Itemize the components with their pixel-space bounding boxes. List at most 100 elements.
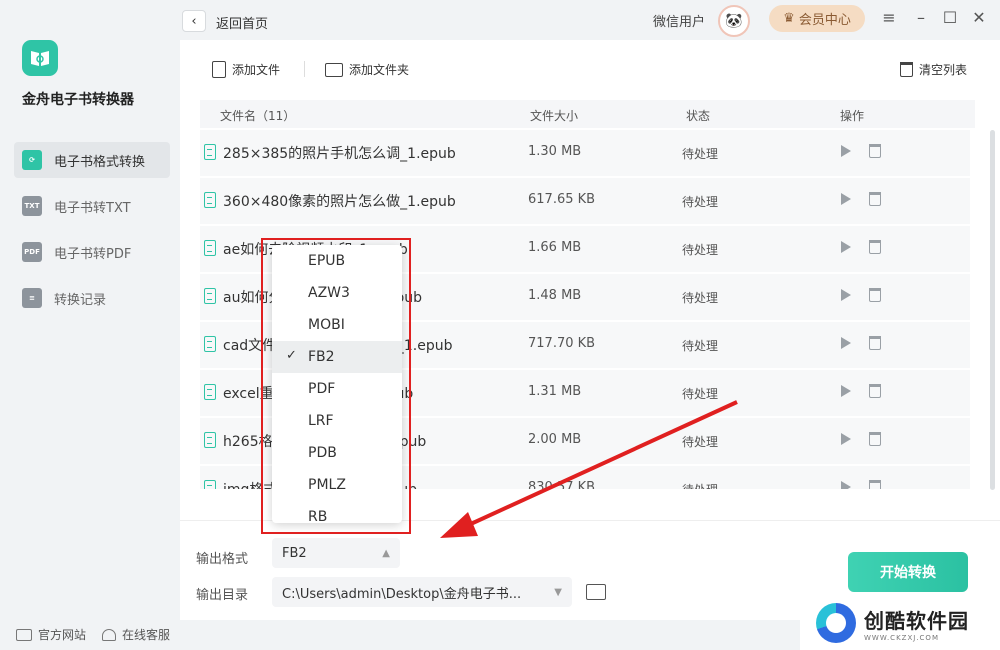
start-convert-button[interactable]: 开始转换 (848, 552, 968, 592)
add-folder-label: 添加文件夹 (349, 63, 410, 77)
file-add-icon (212, 61, 226, 78)
document-icon (204, 240, 216, 256)
folder-add-icon (325, 62, 343, 77)
watermark: 创酷软件园 WWW.CKZXJ.COM (800, 596, 1000, 650)
format-option-azw3[interactable]: AZW3 (272, 277, 402, 309)
play-icon[interactable] (841, 241, 851, 253)
watermark-title: 创酷软件园 (864, 608, 969, 633)
app-name: 金舟电子书转换器 (22, 92, 134, 108)
column-header-status: 状态 (686, 109, 711, 123)
chevron-down-icon: ▼ (554, 586, 562, 598)
output-format-select[interactable]: FB2 ▲ (272, 538, 400, 568)
column-header-name: 文件名（11） (220, 109, 296, 123)
format-option-label: PDB (308, 445, 337, 461)
play-icon[interactable] (841, 145, 851, 157)
delete-icon[interactable] (869, 384, 881, 398)
add-folder-button[interactable]: 添加文件夹 (325, 61, 409, 78)
document-icon (204, 144, 216, 160)
close-icon[interactable]: ✕ (970, 8, 988, 27)
file-size: 830.57 KB (528, 480, 596, 489)
menu-icon[interactable]: ≡ (880, 8, 898, 27)
book-icon (31, 51, 49, 66)
topbar: ‹ 返回首页 微信用户 🐼 ♛ 会员中心 ≡ – ☐ ✕ (180, 0, 1000, 40)
sidebar-item-label: 电子书转TXT (54, 200, 131, 216)
back-label[interactable]: 返回首页 (216, 13, 268, 32)
minimize-icon[interactable]: – (912, 8, 930, 27)
column-header-action: 操作 (840, 109, 865, 123)
document-icon (204, 336, 216, 352)
format-option-pdb[interactable]: PDB (272, 437, 402, 469)
output-dir-label: 输出目录 (196, 588, 249, 603)
play-icon[interactable] (841, 481, 851, 489)
format-option-lrf[interactable]: LRF (272, 405, 402, 437)
sidebar-item-to-txt[interactable]: TXT 电子书转TXT (14, 188, 170, 224)
user-name[interactable]: 微信用户 (653, 11, 705, 30)
file-list-scrollbar[interactable] (990, 130, 995, 490)
format-option-mobi[interactable]: MOBI (272, 309, 402, 341)
delete-icon[interactable] (869, 192, 881, 206)
file-size: 717.70 KB (528, 336, 596, 351)
add-file-label: 添加文件 (232, 63, 281, 77)
file-status: 待处理 (682, 291, 719, 305)
file-size: 617.65 KB (528, 192, 596, 207)
format-option-fb2[interactable]: ✓ FB2 (272, 341, 402, 373)
output-dir-select[interactable]: C:\Users\admin\Desktop\金舟电子书... ▼ (272, 577, 572, 607)
play-icon[interactable] (841, 433, 851, 445)
table-row[interactable]: 285×385的照片手机怎么调_1.epub 1.30 MB 待处理 (200, 130, 970, 176)
play-icon[interactable] (841, 193, 851, 205)
output-format-label: 输出格式 (196, 552, 249, 567)
format-option-pmlz[interactable]: PMLZ (272, 469, 402, 501)
file-status: 待处理 (682, 481, 718, 489)
play-icon[interactable] (841, 289, 851, 301)
online-service-link[interactable]: 在线客服 (102, 626, 170, 643)
refresh-book-icon: ⟳ (22, 150, 42, 170)
delete-icon[interactable] (869, 144, 881, 158)
sidebar-item-format-convert[interactable]: ⟳ 电子书格式转换 (14, 142, 170, 178)
delete-icon[interactable] (869, 240, 881, 254)
sidebar-item-to-pdf[interactable]: PDF 电子书转PDF (14, 234, 170, 270)
clear-list-button[interactable]: 清空列表 (900, 61, 967, 78)
website-icon (16, 628, 32, 641)
format-option-label: EPUB (308, 253, 346, 269)
sidebar-nav: ⟳ 电子书格式转换 TXT 电子书转TXT PDF 电子书转PDF ≡ 转换记录 (14, 142, 170, 326)
panda-avatar-icon: 🐼 (725, 13, 743, 29)
txt-file-icon: TXT (22, 196, 42, 216)
format-option-label: FB2 (308, 349, 335, 365)
delete-icon[interactable] (869, 288, 881, 302)
file-status: 待处理 (682, 243, 719, 257)
watermark-text: 创酷软件园 WWW.CKZXJ.COM (864, 605, 969, 642)
sidebar-footer: 官方网站 在线客服 (16, 626, 170, 643)
delete-icon[interactable] (869, 432, 881, 446)
add-file-button[interactable]: 添加文件 (212, 61, 280, 78)
online-service-label: 在线客服 (122, 628, 171, 642)
toolbar-divider (304, 61, 305, 77)
file-size: 1.66 MB (528, 240, 582, 255)
format-option-label: LRF (308, 413, 334, 429)
clear-list-label: 清空列表 (919, 63, 968, 77)
watermark-logo-icon (816, 603, 856, 643)
format-option-epub[interactable]: EPUB (272, 245, 402, 277)
play-icon[interactable] (841, 385, 851, 397)
format-option-pdf[interactable]: PDF (272, 373, 402, 405)
document-icon (204, 288, 216, 304)
folder-icon[interactable] (586, 584, 606, 600)
column-header-size: 文件大小 (530, 109, 579, 123)
avatar[interactable]: 🐼 (718, 5, 750, 37)
format-option-rb[interactable]: RB (272, 501, 402, 523)
back-button[interactable]: ‹ (182, 10, 206, 32)
delete-icon[interactable] (869, 480, 881, 489)
file-name: 360×480像素的照片怎么做_1.epub (223, 194, 456, 210)
vip-center-button[interactable]: ♛ 会员中心 (769, 5, 865, 32)
maximize-icon[interactable]: ☐ (941, 8, 959, 27)
sidebar-item-label: 电子书格式转换 (54, 154, 146, 170)
sidebar-item-history[interactable]: ≡ 转换记录 (14, 280, 170, 316)
sidebar-item-label: 转换记录 (54, 292, 107, 308)
official-website-link[interactable]: 官方网站 (16, 626, 86, 643)
crown-icon: ♛ (783, 11, 795, 26)
play-icon[interactable] (841, 337, 851, 349)
delete-icon[interactable] (869, 336, 881, 350)
file-name: 285×385的照片手机怎么调_1.epub (223, 146, 456, 162)
table-row[interactable]: 360×480像素的照片怎么做_1.epub 617.65 KB 待处理 (200, 178, 970, 224)
trash-icon (900, 62, 913, 77)
format-option-label: PMLZ (308, 477, 346, 493)
